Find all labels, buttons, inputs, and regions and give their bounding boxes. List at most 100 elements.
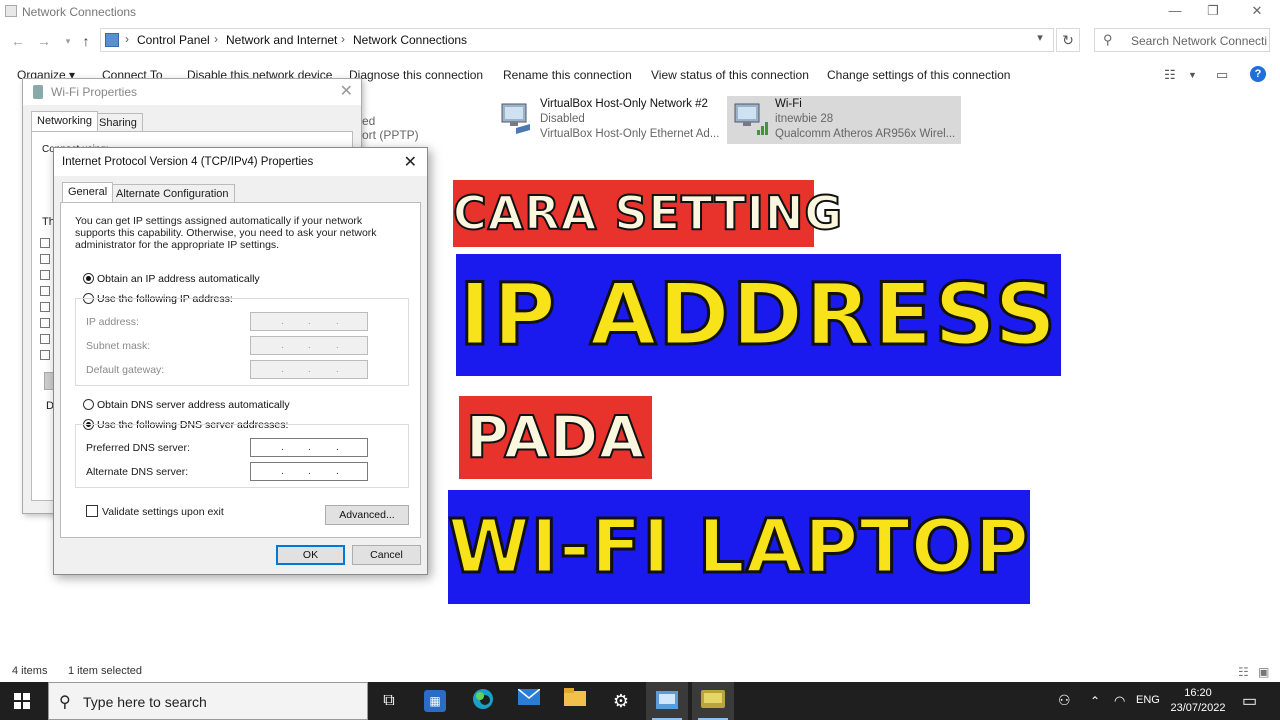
- taskbar-search-box[interactable]: ⚲ Type here to search: [48, 682, 368, 720]
- settings-gear-icon[interactable]: ⚙: [608, 688, 634, 714]
- wifi-status-icon[interactable]: ◠: [1114, 693, 1125, 720]
- tab-networking[interactable]: Networking: [31, 111, 99, 131]
- view-status-button[interactable]: View status of this connection: [651, 68, 809, 82]
- radio-label: Obtain an IP address automatically: [97, 273, 260, 285]
- back-arrow-icon[interactable]: ←: [8, 31, 28, 51]
- banner-line-1: CARA SETTING: [452, 180, 843, 247]
- adapter-name: Wi-Fi: [775, 98, 802, 110]
- maximize-button[interactable]: ❐: [1193, 2, 1233, 22]
- breadcrumb-network-and-internet[interactable]: Network and Internet: [226, 33, 337, 47]
- control-panel-taskbar-button[interactable]: [646, 682, 688, 720]
- adapter-device: Qualcomm Atheros AR956x Wirel...: [775, 128, 956, 140]
- banner-line-3: PADA: [459, 396, 652, 479]
- default-gateway-input: ...: [250, 360, 368, 379]
- view-dropdown-icon[interactable]: ▼: [1188, 70, 1197, 80]
- large-icons-view-icon[interactable]: ▣: [1258, 665, 1269, 679]
- language-indicator[interactable]: ENG: [1136, 694, 1160, 720]
- component-checkbox[interactable]: [40, 286, 50, 296]
- banner-line-3-text: PADA: [465, 402, 646, 472]
- windows-start-icon[interactable]: [14, 693, 30, 709]
- breadcrumb-control-panel[interactable]: Control Panel: [137, 33, 210, 47]
- component-checkbox[interactable]: [40, 238, 50, 248]
- adapter-wifi[interactable]: Wi-Fi itnewbie 28 Qualcomm Atheros AR956…: [727, 96, 961, 144]
- ok-button[interactable]: OK: [276, 545, 345, 565]
- checkbox-label: Validate settings upon exit: [102, 506, 224, 518]
- search-icon: ⚲: [59, 694, 71, 711]
- advanced-button[interactable]: Advanced...: [325, 505, 409, 525]
- tab-general[interactable]: General: [62, 182, 114, 202]
- banner-line-4: WI-FI LAPTOP: [447, 490, 1031, 604]
- component-checkbox[interactable]: [40, 254, 50, 264]
- ip-address-input: ...: [250, 312, 368, 331]
- address-dropdown-icon[interactable]: ▾: [1030, 28, 1050, 48]
- taskbar-search-placeholder: Type here to search: [83, 694, 207, 710]
- app-icon: [701, 690, 725, 708]
- tab-sharing[interactable]: Sharing: [93, 113, 143, 133]
- refresh-icon[interactable]: ↻: [1056, 28, 1080, 52]
- mail-icon[interactable]: [516, 688, 542, 714]
- search-icon: ⚲: [1103, 32, 1113, 47]
- background-text-fragment: ort (PPTP): [362, 128, 419, 142]
- item-count: 4 items: [12, 665, 48, 677]
- subnet-mask-label: Subnet mask:: [86, 340, 151, 352]
- close-icon[interactable]: ✕: [404, 152, 417, 172]
- alternate-dns-input[interactable]: ...: [250, 462, 368, 481]
- control-panel-icon: [656, 691, 678, 709]
- adapter-virtualbox[interactable]: VirtualBox Host-Only Network #2 Disabled…: [492, 96, 722, 144]
- preferred-dns-input[interactable]: ...: [250, 438, 368, 457]
- breadcrumb-network-connections[interactable]: Network Connections: [353, 33, 467, 47]
- up-arrow-icon[interactable]: ↑: [76, 31, 96, 51]
- component-checkbox[interactable]: [40, 270, 50, 280]
- wifi-properties-icon: [33, 85, 43, 99]
- address-bar[interactable]: › Control Panel › Network and Internet ›…: [100, 28, 1054, 52]
- adapter-name: VirtualBox Host-Only Network #2: [540, 98, 708, 110]
- component-checkbox[interactable]: [40, 302, 50, 312]
- status-bar: 4 items 1 item selected ☷ ▣: [0, 664, 1280, 680]
- diagnose-button[interactable]: Diagnose this connection: [349, 68, 483, 82]
- file-explorer-icon[interactable]: [562, 688, 588, 714]
- window-title: Network Connections: [22, 5, 137, 19]
- active-app-taskbar-button[interactable]: [692, 682, 734, 720]
- dialog-title: Wi-Fi Properties: [51, 85, 138, 99]
- obtain-ip-auto-radio[interactable]: Obtain an IP address automatically: [83, 273, 260, 285]
- obtain-dns-auto-radio[interactable]: Obtain DNS server address automatically: [83, 399, 290, 411]
- help-icon[interactable]: ?: [1250, 66, 1266, 82]
- people-icon[interactable]: ⚇: [1058, 692, 1071, 720]
- adapter-device: VirtualBox Host-Only Ethernet Ad...: [540, 128, 720, 140]
- close-button[interactable]: ✕: [1237, 2, 1277, 22]
- radio-selected-icon: [83, 273, 94, 284]
- view-options-icon[interactable]: ☷: [1164, 67, 1176, 83]
- network-adapter-icon: [501, 103, 530, 134]
- component-checkbox[interactable]: [40, 334, 50, 344]
- minimize-button[interactable]: —: [1155, 2, 1195, 22]
- dialog-titlebar: Wi-Fi Properties ✕: [23, 79, 361, 105]
- close-icon[interactable]: ✕: [340, 81, 353, 101]
- adapter-status: itnewbie 28: [775, 113, 834, 125]
- clock-date: 23/07/2022: [1170, 702, 1226, 714]
- adapter-status: Disabled: [540, 113, 585, 125]
- component-checkbox[interactable]: [40, 318, 50, 328]
- task-view-icon[interactable]: ⧉: [376, 688, 402, 714]
- cancel-button[interactable]: Cancel: [352, 545, 421, 565]
- forward-arrow-icon[interactable]: →: [34, 31, 54, 51]
- notification-icon[interactable]: ▭: [1242, 691, 1257, 720]
- show-hidden-icons-chevron-icon[interactable]: ⌃: [1090, 694, 1100, 720]
- rename-button[interactable]: Rename this connection: [503, 68, 632, 82]
- store-icon[interactable]: ▦: [424, 690, 446, 712]
- validate-checkbox[interactable]: Validate settings upon exit: [86, 505, 224, 518]
- background-text-fragment: ed: [362, 114, 376, 128]
- change-settings-button[interactable]: Change settings of this connection: [827, 68, 1010, 82]
- banner-line-4-text: WI-FI LAPTOP: [447, 503, 1031, 592]
- clock[interactable]: 16:20 23/07/2022: [1158, 686, 1238, 716]
- recent-dropdown-icon[interactable]: ▾: [58, 31, 78, 51]
- component-checkbox[interactable]: [40, 350, 50, 360]
- search-box[interactable]: ⚲ Search Network Connecti...: [1094, 28, 1270, 52]
- dialog-title: Internet Protocol Version 4 (TCP/IPv4) P…: [62, 156, 314, 168]
- radio-label: Obtain DNS server address automatically: [97, 399, 290, 411]
- preview-pane-icon[interactable]: ▭: [1216, 67, 1228, 83]
- details-view-icon[interactable]: ☷: [1238, 665, 1249, 679]
- edge-browser-icon[interactable]: [470, 688, 496, 714]
- tab-alternate-configuration[interactable]: Alternate Configuration: [110, 184, 235, 204]
- alternate-dns-label: Alternate DNS server:: [86, 466, 189, 478]
- preferred-dns-label: Preferred DNS server:: [86, 442, 190, 454]
